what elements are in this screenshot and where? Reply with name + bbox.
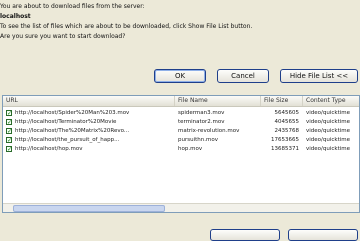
message-line-1: You are about to download files from the… — [0, 3, 145, 10]
row-file-size: 2435768 — [274, 128, 300, 134]
row-content-type: video/quicktime — [306, 128, 351, 134]
checkmark-icon: ✓ — [7, 146, 13, 153]
bottom-button-left[interactable] — [210, 229, 280, 241]
row-checkbox[interactable]: ✓ — [6, 146, 13, 153]
row-file-name: spiderman3.mov — [178, 110, 225, 116]
column-header-url[interactable]: URL — [3, 96, 175, 106]
row-url: http://localhost/hop.mov — [15, 146, 83, 152]
row-url: http://localhost/The%20Matrix%20Revo... — [15, 128, 130, 134]
row-url: http://localhost/Spider%20Man%203.mov — [15, 110, 130, 116]
column-header-content-type[interactable]: Content Type — [303, 96, 359, 106]
checkmark-icon: ✓ — [7, 137, 13, 144]
row-file-name: matrix-revolution.mov — [178, 128, 240, 134]
row-content-type: video/quicktime — [306, 137, 351, 143]
cancel-button[interactable]: Cancel — [217, 69, 269, 83]
ok-button[interactable]: OK — [154, 69, 206, 83]
row-file-name: pursuithn.mov — [178, 137, 218, 143]
row-content-type: video/quicktime — [306, 146, 351, 152]
row-file-name: terminator2.mov — [178, 119, 225, 125]
horizontal-scrollbar[interactable] — [3, 203, 359, 212]
row-checkbox[interactable]: ✓ — [6, 119, 13, 126]
table-row[interactable]: ✓ http://localhost/hop.mov hop.mov 13685… — [3, 145, 359, 154]
row-file-size: 5645605 — [274, 110, 300, 116]
column-header-file-name[interactable]: File Name — [175, 96, 261, 106]
row-file-size: 4045655 — [274, 119, 300, 125]
row-checkbox[interactable]: ✓ — [6, 137, 13, 144]
row-checkbox[interactable]: ✓ — [6, 110, 13, 117]
table-row[interactable]: ✓ http://localhost/the_pursuit_of_happ..… — [3, 136, 359, 145]
checkmark-icon: ✓ — [7, 128, 13, 135]
row-content-type: video/quicktime — [306, 119, 351, 125]
row-file-size: 17653665 — [271, 137, 299, 143]
hide-file-list-button[interactable]: Hide File List << — [280, 69, 358, 83]
row-checkbox[interactable]: ✓ — [6, 128, 13, 135]
row-url: http://localhost/Terminator%20Movie — [15, 119, 117, 125]
file-list[interactable]: URL File Name File Size Content Type ✓ h… — [2, 95, 360, 213]
server-name: localhost — [0, 13, 31, 20]
checkmark-icon: ✓ — [7, 119, 13, 126]
row-file-size: 13685371 — [271, 146, 299, 152]
table-row[interactable]: ✓ http://localhost/Spider%20Man%203.mov … — [3, 109, 359, 118]
row-url: http://localhost/the_pursuit_of_happ... — [15, 137, 120, 143]
row-content-type: video/quicktime — [306, 110, 351, 116]
checkmark-icon: ✓ — [7, 110, 13, 117]
bottom-button-right[interactable] — [288, 229, 358, 241]
table-row[interactable]: ✓ http://localhost/The%20Matrix%20Revo..… — [3, 127, 359, 136]
file-list-header: URL File Name File Size Content Type — [3, 96, 359, 107]
row-file-name: hop.mov — [178, 146, 203, 152]
table-row[interactable]: ✓ http://localhost/Terminator%20Movie te… — [3, 118, 359, 127]
message-line-3: To see the list of files which are about… — [0, 23, 253, 30]
scrollbar-thumb[interactable] — [13, 205, 165, 212]
column-header-file-size[interactable]: File Size — [261, 96, 303, 106]
message-line-4: Are you sure you want to start download? — [0, 33, 126, 40]
